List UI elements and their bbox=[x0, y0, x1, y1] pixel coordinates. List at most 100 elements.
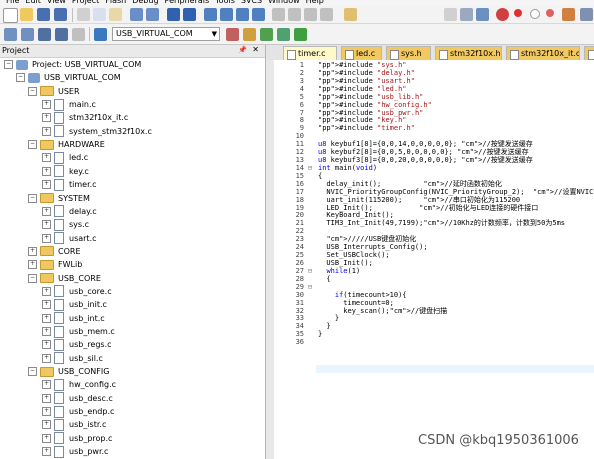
comment-icon[interactable] bbox=[304, 8, 317, 21]
code-editor[interactable]: 1 "pp">#include "sys.h" 2 "pp">#include "de… bbox=[266, 60, 594, 459]
expand-icon[interactable]: + bbox=[42, 380, 51, 390]
breakpoint-icon[interactable] bbox=[514, 9, 522, 17]
bookmark-next-icon[interactable] bbox=[236, 8, 249, 21]
collapse-icon[interactable]: − bbox=[28, 367, 37, 377]
pin-icon[interactable]: 📌 bbox=[238, 46, 247, 54]
code-line[interactable]: 8 "pp">#include "key.h" bbox=[266, 116, 594, 125]
window-icon[interactable] bbox=[580, 8, 593, 21]
tree-group[interactable]: + FWLib bbox=[28, 258, 82, 271]
code-line[interactable]: 23 "cm">/////USB键盘初始化 bbox=[266, 235, 594, 244]
code-line[interactable]: 4 "pp">#include "led.h" bbox=[266, 85, 594, 94]
tree-file[interactable]: + timer.c bbox=[42, 178, 97, 191]
editor-tab[interactable]: timer.c bbox=[283, 46, 337, 60]
collapse-icon[interactable]: − bbox=[28, 273, 37, 283]
code-line[interactable]: 27 ⊟ while(1) bbox=[266, 267, 594, 276]
paste-icon[interactable] bbox=[109, 8, 122, 21]
code-line[interactable]: 2 "pp">#include "delay.h" bbox=[266, 69, 594, 78]
tree-group[interactable]: − SYSTEM bbox=[28, 192, 90, 205]
code-line[interactable]: 7 "pp">#include "usb_pwr.h" bbox=[266, 109, 594, 118]
expand-icon[interactable]: + bbox=[42, 393, 51, 403]
code-line[interactable]: 14 ⊟ int main(void) bbox=[266, 164, 594, 173]
tree-file[interactable]: + main.c bbox=[42, 98, 96, 111]
tree-group[interactable]: − HARDWARE bbox=[28, 138, 105, 151]
expand-icon[interactable]: + bbox=[42, 113, 51, 123]
tree-project-root[interactable]: − Project: USB_VIRTUAL_COM bbox=[4, 58, 141, 71]
target-select[interactable]: USB_VIRTUAL_COM ▼ bbox=[112, 27, 220, 41]
expand-icon[interactable]: + bbox=[42, 206, 51, 216]
code-line[interactable]: 32 key_scan();"cm">//键盘扫描 bbox=[266, 307, 594, 316]
code-line[interactable]: 36 bbox=[266, 338, 594, 347]
find-in-files-icon[interactable] bbox=[344, 8, 357, 21]
tree-file[interactable]: + usb_init.c bbox=[42, 298, 107, 311]
code-line[interactable]: 30 if(timecount>10){ bbox=[266, 291, 594, 300]
tree-file[interactable]: + system_stm32f10x.c bbox=[42, 125, 152, 138]
expand-icon[interactable]: + bbox=[42, 180, 51, 190]
download-icon[interactable] bbox=[94, 28, 107, 41]
code-line[interactable]: 25 Set_USBClock(); bbox=[266, 251, 594, 260]
expand-icon[interactable]: + bbox=[42, 420, 51, 430]
expand-icon[interactable]: + bbox=[42, 340, 51, 350]
tree-file[interactable]: + led.c bbox=[42, 151, 88, 164]
tree-group[interactable]: + CORE bbox=[28, 245, 81, 258]
collapse-icon[interactable]: − bbox=[28, 193, 37, 203]
expand-icon[interactable]: + bbox=[42, 220, 51, 230]
target-options-icon[interactable] bbox=[226, 28, 239, 41]
undo-icon[interactable] bbox=[130, 8, 143, 21]
collapse-icon[interactable]: − bbox=[28, 140, 37, 150]
code-line[interactable]: 9 "pp">#include "timer.h" bbox=[266, 124, 594, 133]
indent-icon[interactable] bbox=[272, 8, 285, 21]
code-line[interactable]: 34 } bbox=[266, 322, 594, 331]
find-combo-dropdown-icon[interactable] bbox=[444, 8, 457, 21]
expand-icon[interactable]: + bbox=[42, 126, 51, 136]
tree-group[interactable]: − USB_CORE bbox=[28, 272, 101, 285]
code-line[interactable]: 33 } bbox=[266, 315, 594, 323]
code-line[interactable]: 21 TIM3_Int_Init(49,7199);"cm">//10Khz的计… bbox=[266, 219, 594, 228]
editor-tab[interactable]: led.c bbox=[341, 46, 382, 60]
breakpoint-kill-icon[interactable] bbox=[546, 9, 554, 17]
pack-installer-icon[interactable] bbox=[294, 28, 307, 41]
code-line[interactable]: 3 "pp">#include "usart.h" bbox=[266, 77, 594, 86]
nav-back-icon[interactable] bbox=[167, 8, 180, 21]
editor-tab[interactable]: key.c bbox=[584, 46, 594, 60]
stop-build-icon[interactable] bbox=[72, 28, 85, 41]
fold-toggle-icon[interactable]: ⊟ bbox=[306, 283, 314, 292]
incremental-find-icon[interactable] bbox=[476, 8, 489, 21]
redo-icon[interactable] bbox=[146, 8, 159, 21]
code-line[interactable]: 28 { bbox=[266, 275, 594, 284]
tree-file[interactable]: + usart.c bbox=[42, 232, 97, 245]
bookmark-prev-icon[interactable] bbox=[220, 8, 233, 21]
nav-forward-icon[interactable] bbox=[183, 8, 196, 21]
manage-project-items-icon[interactable] bbox=[243, 28, 256, 41]
batch-build-icon[interactable] bbox=[55, 28, 68, 41]
tree-file[interactable]: + hw_config.c bbox=[42, 378, 116, 391]
save-all-icon[interactable] bbox=[54, 8, 67, 21]
tree-file[interactable]: + usb_prop.c bbox=[42, 432, 112, 445]
expand-icon[interactable]: + bbox=[28, 246, 37, 256]
bookmark-icon[interactable] bbox=[204, 8, 217, 21]
tree-file[interactable]: + usb_mem.c bbox=[42, 325, 115, 338]
find-icon[interactable] bbox=[460, 8, 473, 21]
tree-file[interactable]: + usb_desc.c bbox=[42, 392, 113, 405]
expand-icon[interactable]: + bbox=[42, 166, 51, 176]
expand-icon[interactable]: + bbox=[42, 327, 51, 336]
collapse-icon[interactable]: − bbox=[28, 86, 37, 96]
collapse-icon[interactable]: − bbox=[16, 73, 25, 83]
expand-icon[interactable]: + bbox=[42, 313, 51, 323]
collapse-icon[interactable]: − bbox=[4, 60, 13, 69]
tree-group[interactable]: − USB_CONFIG bbox=[28, 365, 109, 378]
tree-file[interactable]: + delay.c bbox=[42, 205, 97, 218]
expand-icon[interactable]: + bbox=[42, 300, 51, 310]
run-time-env-icon[interactable] bbox=[277, 28, 290, 41]
expand-icon[interactable]: + bbox=[42, 233, 51, 243]
code-line[interactable]: 19 LED_Init(); "cm">//初始化与LED连接的硬件接口 bbox=[266, 204, 594, 213]
build-icon[interactable] bbox=[21, 28, 34, 41]
configure-icon[interactable] bbox=[562, 8, 575, 21]
tree-group[interactable]: − USER bbox=[28, 85, 80, 98]
new-file-icon[interactable] bbox=[3, 8, 18, 23]
code-line[interactable]: 1 "pp">#include "sys.h" bbox=[266, 61, 594, 70]
expand-icon[interactable]: + bbox=[28, 260, 37, 270]
code-line[interactable]: 29 ⊟ bbox=[266, 283, 594, 292]
select-packs-icon[interactable] bbox=[260, 28, 273, 41]
tree-file[interactable]: + stm32f10x_it.c bbox=[42, 111, 128, 124]
expand-icon[interactable]: + bbox=[42, 447, 51, 457]
